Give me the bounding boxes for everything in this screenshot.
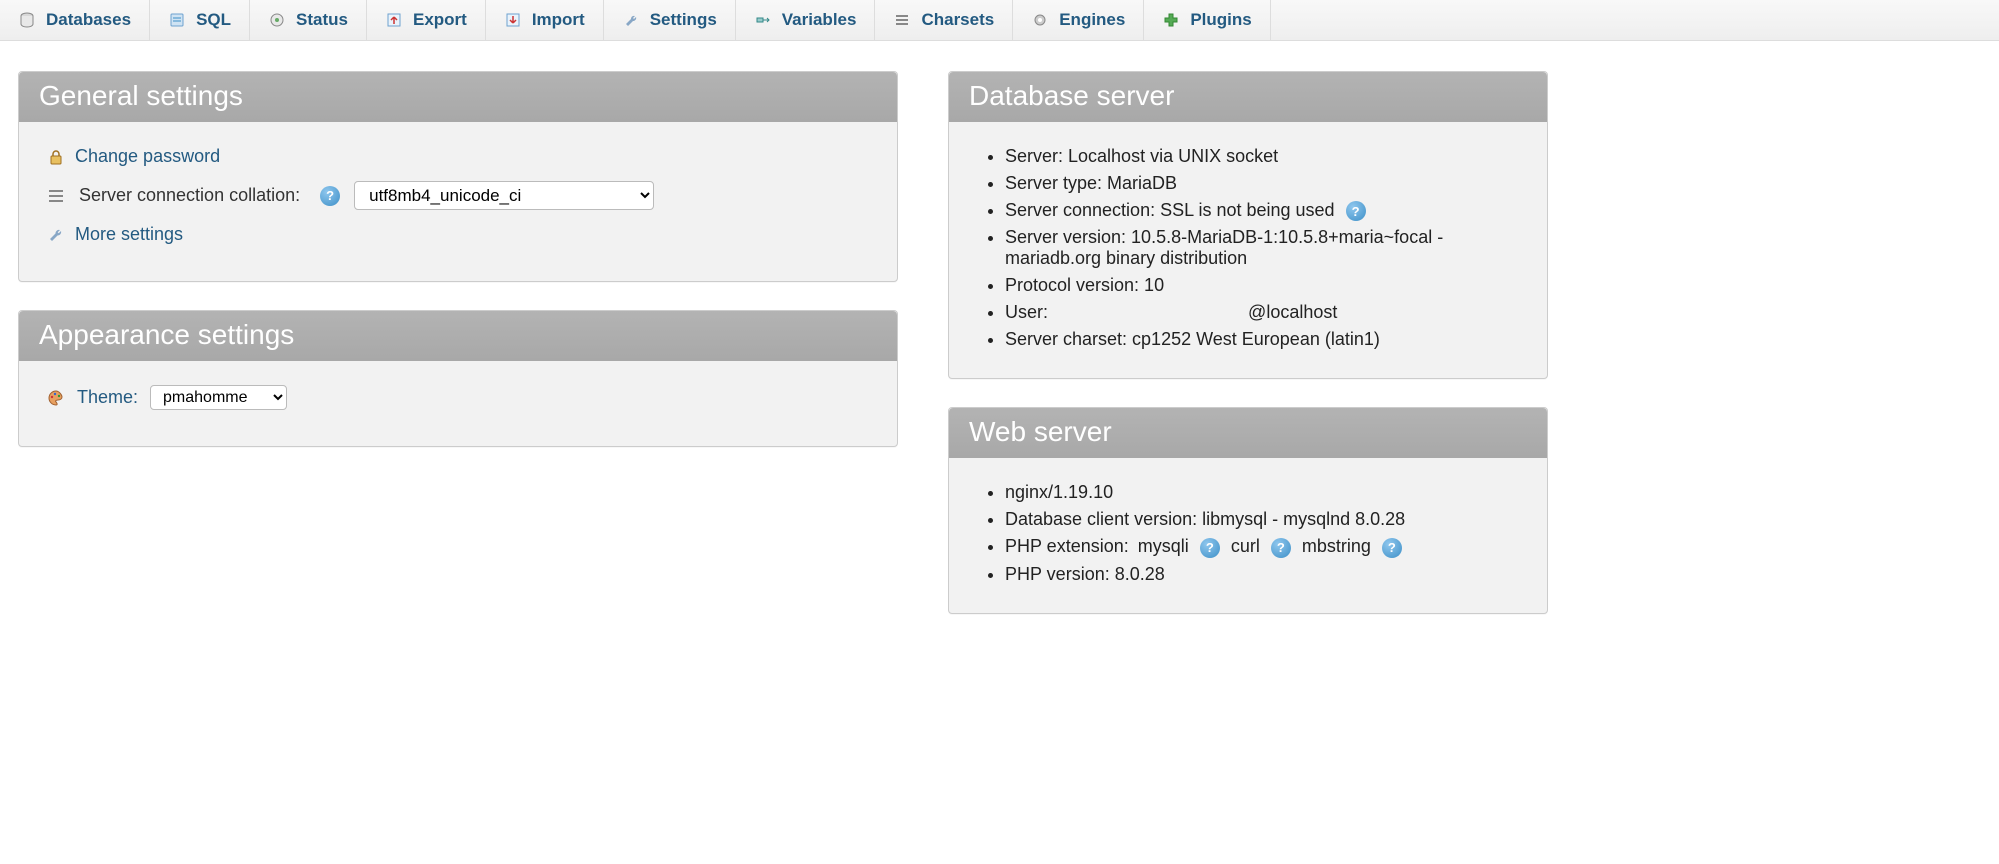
list-item: Server: Localhost via UNIX socket	[1005, 146, 1523, 167]
panel-body: Server: Localhost via UNIX socket Server…	[949, 122, 1547, 378]
tab-charsets[interactable]: Charsets	[875, 0, 1013, 40]
collation-row: Server connection collation: ? utf8mb4_u…	[47, 181, 873, 210]
wrench-icon	[622, 11, 640, 29]
tab-label: Settings	[650, 10, 717, 30]
tab-label: Import	[532, 10, 585, 30]
theme-row: Theme: pmahomme	[47, 385, 873, 410]
main-content: General settings Change password Server …	[0, 41, 1999, 682]
more-settings-row: More settings	[47, 224, 873, 245]
collation-label: Server connection collation:	[79, 185, 300, 206]
change-password-row: Change password	[47, 146, 873, 167]
list-icon	[47, 187, 65, 205]
panel-body: nginx/1.19.10 Database client version: l…	[949, 458, 1547, 612]
tab-label: Export	[413, 10, 467, 30]
tab-label: SQL	[196, 10, 231, 30]
tab-import[interactable]: Import	[486, 0, 604, 40]
panel-body: Change password Server connection collat…	[19, 122, 897, 281]
top-nav: Databases SQL Status Export Import Setti…	[0, 0, 1999, 41]
list-item: Server type: MariaDB	[1005, 173, 1523, 194]
list-item: Server charset: cp1252 West European (la…	[1005, 329, 1523, 350]
tab-label: Charsets	[921, 10, 994, 30]
tab-sql[interactable]: SQL	[150, 0, 250, 40]
tab-export[interactable]: Export	[367, 0, 486, 40]
db-user-label: User:	[1005, 302, 1048, 322]
charsets-icon	[893, 11, 911, 29]
help-icon[interactable]: ?	[1346, 201, 1366, 221]
tab-label: Engines	[1059, 10, 1125, 30]
tab-settings[interactable]: Settings	[604, 0, 736, 40]
help-icon[interactable]: ?	[1382, 538, 1402, 558]
status-icon	[268, 11, 286, 29]
list-item: PHP version: 8.0.28	[1005, 564, 1523, 585]
collation-select[interactable]: utf8mb4_unicode_ci	[354, 181, 654, 210]
tab-label: Plugins	[1190, 10, 1251, 30]
right-column: Database server Server: Localhost via UN…	[948, 71, 1548, 642]
wrench-icon	[47, 226, 65, 244]
variables-icon	[754, 11, 772, 29]
php-ext-3: mbstring	[1302, 536, 1371, 556]
list-item: Server connection: SSL is not being used…	[1005, 200, 1523, 221]
web-server-panel: Web server nginx/1.19.10 Database client…	[948, 407, 1548, 613]
panel-title: Web server	[949, 408, 1547, 458]
help-icon[interactable]: ?	[320, 186, 340, 206]
php-ext-2: curl	[1231, 536, 1260, 556]
lock-icon	[47, 148, 65, 166]
help-icon[interactable]: ?	[1200, 538, 1220, 558]
list-item: PHP extension: mysqli ? curl ? mbstring …	[1005, 536, 1523, 557]
appearance-settings-panel: Appearance settings Theme: pmahomme	[18, 310, 898, 447]
sql-icon	[168, 11, 186, 29]
plugin-icon	[1162, 11, 1180, 29]
more-settings-link[interactable]: More settings	[75, 224, 183, 245]
left-column: General settings Change password Server …	[18, 71, 898, 642]
database-icon	[18, 11, 36, 29]
tab-status[interactable]: Status	[250, 0, 367, 40]
tab-label: Status	[296, 10, 348, 30]
tab-databases[interactable]: Databases	[0, 0, 150, 40]
list-item: User: @localhost	[1005, 302, 1523, 323]
database-server-panel: Database server Server: Localhost via UN…	[948, 71, 1548, 379]
php-ext-label: PHP extension:	[1005, 536, 1129, 556]
db-user-host: @localhost	[1248, 302, 1337, 322]
tab-engines[interactable]: Engines	[1013, 0, 1144, 40]
panel-title: Database server	[949, 72, 1547, 122]
tab-variables[interactable]: Variables	[736, 0, 876, 40]
tab-label: Variables	[782, 10, 857, 30]
panel-body: Theme: pmahomme	[19, 361, 897, 446]
gear-icon	[1031, 11, 1049, 29]
export-icon	[385, 11, 403, 29]
theme-select[interactable]: pmahomme	[150, 385, 287, 410]
tab-label: Databases	[46, 10, 131, 30]
list-item: Server version: 10.5.8-MariaDB-1:10.5.8+…	[1005, 227, 1523, 269]
list-item: nginx/1.19.10	[1005, 482, 1523, 503]
list-item: Database client version: libmysql - mysq…	[1005, 509, 1523, 530]
theme-label[interactable]: Theme:	[77, 387, 138, 408]
list-item: Protocol version: 10	[1005, 275, 1523, 296]
panel-title: Appearance settings	[19, 311, 897, 361]
php-ext-1: mysqli	[1138, 536, 1189, 556]
help-icon[interactable]: ?	[1271, 538, 1291, 558]
general-settings-panel: General settings Change password Server …	[18, 71, 898, 282]
change-password-link[interactable]: Change password	[75, 146, 220, 167]
tab-plugins[interactable]: Plugins	[1144, 0, 1270, 40]
import-icon	[504, 11, 522, 29]
db-connection-text: Server connection: SSL is not being used	[1005, 200, 1335, 220]
palette-icon	[47, 389, 65, 407]
db-info-list: Server: Localhost via UNIX socket Server…	[977, 146, 1523, 350]
panel-title: General settings	[19, 72, 897, 122]
web-info-list: nginx/1.19.10 Database client version: l…	[977, 482, 1523, 584]
